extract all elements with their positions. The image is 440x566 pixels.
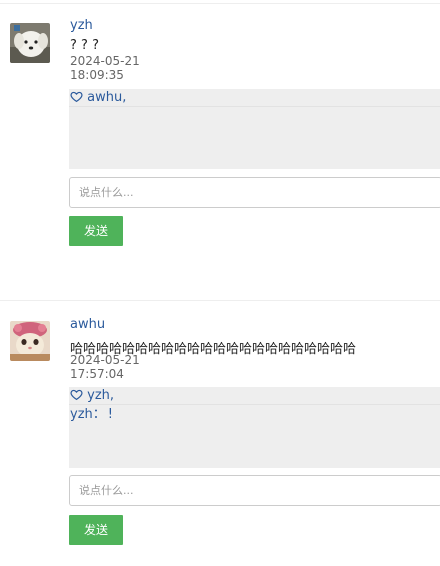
- likes-text: awhu,: [87, 90, 127, 105]
- comment-box: awhu,: [69, 89, 440, 169]
- post-author-link[interactable]: awhu: [70, 317, 105, 332]
- comment-input[interactable]: 说点什么...: [69, 475, 440, 506]
- comment-text: !: [107, 407, 113, 422]
- likes-text: yzh,: [87, 388, 115, 403]
- top-divider: [0, 3, 440, 4]
- post-time: 18:09:35: [70, 68, 124, 82]
- dog-avatar-image: [10, 23, 50, 63]
- post-date: 2024-05-21: [70, 54, 140, 68]
- likes-row: awhu,: [69, 89, 440, 107]
- heart-outline-icon[interactable]: [70, 90, 83, 103]
- send-button[interactable]: 发送: [69, 515, 123, 545]
- comment-item: yzh：!: [69, 405, 440, 425]
- post-date: 2024-05-21: [70, 353, 140, 367]
- send-button[interactable]: 发送: [69, 216, 123, 246]
- likes-row: yzh,: [69, 387, 440, 405]
- cat-avatar-image: [10, 321, 50, 361]
- heart-outline-icon[interactable]: [70, 388, 83, 401]
- avatar[interactable]: [10, 321, 50, 361]
- post-content: ? ? ?: [70, 38, 99, 53]
- avatar[interactable]: [10, 23, 50, 63]
- post-author-link[interactable]: yzh: [70, 18, 93, 33]
- post-divider: [0, 300, 440, 301]
- comment-user-link[interactable]: yzh: [70, 407, 93, 422]
- comment-box: yzh, yzh：!: [69, 387, 440, 468]
- comment-separator: ：: [92, 407, 106, 422]
- comment-input[interactable]: 说点什么...: [69, 177, 440, 208]
- post-time: 17:57:04: [70, 367, 124, 381]
